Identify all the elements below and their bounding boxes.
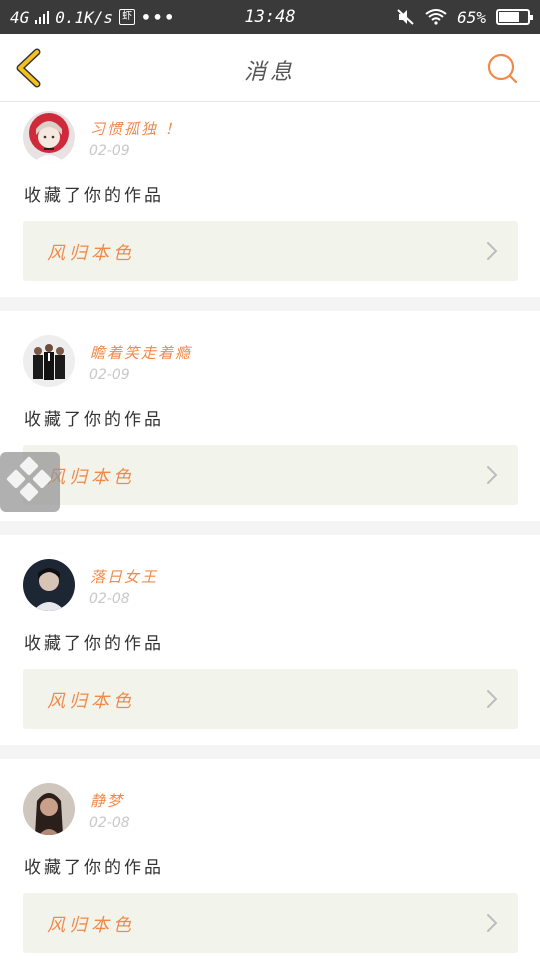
battery-icon (496, 9, 533, 25)
chevron-right-icon (487, 242, 498, 260)
message-card: 习惯孤独 ！ 02-09 收藏了你的作品 风归本色 (0, 103, 540, 297)
work-title: 风归本色 (47, 915, 135, 936)
action-text: 收藏了你的作品 (24, 634, 164, 654)
work-link[interactable]: 风归本色 (23, 221, 518, 281)
mute-icon (397, 9, 414, 25)
chevron-right-icon (487, 466, 498, 484)
chevron-right-icon (487, 914, 498, 932)
work-link[interactable]: 风归本色 (23, 669, 518, 729)
message-card: 瞻着笑走着瘾 02-09 收藏了你的作品 风归本色 (0, 311, 540, 521)
action-text: 收藏了你的作品 (24, 410, 164, 430)
user-avatar[interactable] (23, 783, 75, 835)
more-notifications-icon: ••• (141, 7, 176, 27)
chevron-right-icon (487, 690, 498, 708)
assistive-touch-icon (6, 456, 52, 502)
work-link[interactable]: 风归本色 (23, 893, 518, 953)
user-avatar[interactable] (23, 335, 75, 387)
avatar-person-long-hair (23, 783, 75, 835)
username[interactable]: 瞻着笑走着瘾 (90, 342, 192, 363)
message-card: 落日女王 02-08 收藏了你的作品 风归本色 (0, 535, 540, 745)
wifi-icon (425, 9, 447, 25)
username[interactable]: 落日女王 (90, 566, 158, 587)
status-bar: 4G 0.1K/s 虾 ••• 13:48 65% (0, 0, 540, 34)
avatar-person-dark (23, 559, 75, 611)
message-date: 02-08 (89, 591, 130, 607)
work-link[interactable]: 风归本色 (23, 445, 518, 505)
app-root: 4G 0.1K/s 虾 ••• 13:48 65% 消息 习惯孤独 ！ 02-0… (0, 0, 540, 960)
card-divider (0, 745, 540, 759)
avatar-group-suits (23, 335, 75, 387)
battery-percent: 65% (457, 7, 486, 27)
signal-icon (35, 10, 50, 24)
app-notification-icon: 虾 (119, 9, 136, 25)
floating-assistive-button[interactable] (0, 452, 60, 512)
message-date: 02-08 (89, 815, 130, 831)
user-avatar[interactable] (23, 559, 75, 611)
username[interactable]: 静梦 (90, 790, 124, 811)
username[interactable]: 习惯孤独 ！ (90, 118, 182, 139)
action-text: 收藏了你的作品 (24, 186, 164, 206)
message-date: 02-09 (89, 143, 130, 159)
user-avatar[interactable] (23, 111, 75, 163)
message-card: 静梦 02-08 收藏了你的作品 风归本色 (0, 759, 540, 960)
avatar-anime-girl (23, 111, 75, 163)
work-title: 风归本色 (47, 467, 135, 488)
network-speed: 0.1K/s (55, 7, 114, 27)
message-date: 02-09 (89, 367, 130, 383)
status-left: 4G 0.1K/s 虾 ••• (10, 8, 176, 27)
network-label: 4G (10, 7, 30, 27)
card-divider (0, 297, 540, 311)
card-divider (0, 521, 540, 535)
work-title: 风归本色 (47, 691, 135, 712)
work-title: 风归本色 (47, 243, 135, 264)
status-right: 65% (397, 7, 533, 27)
action-text: 收藏了你的作品 (24, 858, 164, 878)
search-icon[interactable] (486, 52, 520, 86)
top-nav-bar: 消息 (0, 34, 540, 102)
page-title: 消息 (243, 60, 296, 85)
